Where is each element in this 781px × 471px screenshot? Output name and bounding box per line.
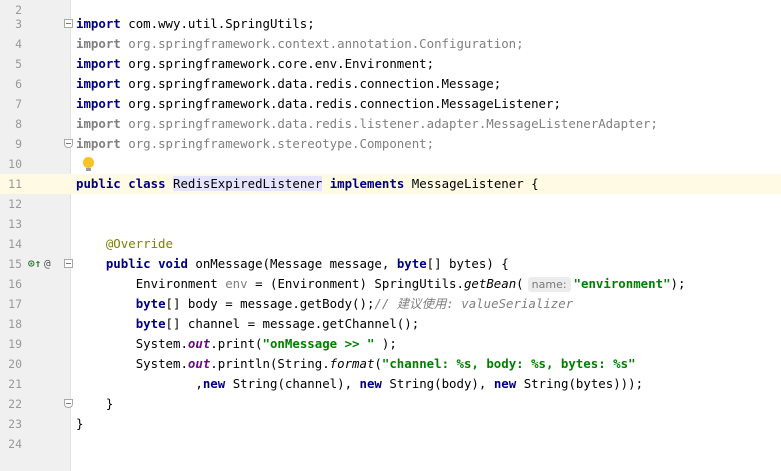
code-line[interactable]: 24 — [0, 434, 781, 454]
line-number: 23 — [8, 417, 22, 431]
code-text: import org.springframework.data.redis.co… — [76, 76, 502, 91]
code-line[interactable]: 9 import org.springframework.stereotype.… — [0, 134, 781, 154]
fold-toggle-icon[interactable] — [64, 19, 73, 28]
line-number: 8 — [15, 117, 22, 131]
line-number: 6 — [15, 77, 22, 91]
code-text: } — [105, 396, 114, 411]
code-text: Environment env = (Environment) SpringUt… — [135, 276, 686, 292]
override-marker-icon[interactable]: @ — [44, 254, 51, 274]
line-number: 18 — [8, 317, 22, 331]
line-number: 16 — [8, 277, 22, 291]
code-line[interactable]: 14 @Override — [0, 234, 781, 254]
code-text: ,new String(channel), new String(body), … — [195, 376, 644, 391]
code-line[interactable]: 19 System.out.print("onMessage >> " ); — [0, 334, 781, 354]
line-number: 21 — [8, 377, 22, 391]
code-text: import org.springframework.core.env.Envi… — [76, 56, 435, 71]
code-line[interactable]: 18 byte[] channel = message.getChannel()… — [0, 314, 781, 334]
code-editor[interactable]: 2 3 import com.wwy.util.SpringUtils; 4 i… — [0, 0, 781, 471]
code-line[interactable]: 15 ⊙↑ @ public void onMessage(Message me… — [0, 254, 781, 274]
code-text: @Override — [105, 236, 173, 251]
code-line[interactable]: 16 Environment env = (Environment) Sprin… — [0, 274, 781, 294]
implements-method-icon[interactable]: ⊙↑ — [28, 254, 41, 274]
code-line[interactable]: 5 import org.springframework.core.env.En… — [0, 54, 781, 74]
code-line[interactable]: 7 import org.springframework.data.redis.… — [0, 94, 781, 114]
code-line-current[interactable]: 11 public class RedisExpiredListener imp… — [0, 174, 781, 194]
code-text: import org.springframework.data.redis.co… — [76, 96, 561, 111]
code-text: byte[] channel = message.getChannel(); — [135, 316, 420, 331]
code-line[interactable]: 21 ,new String(channel), new String(body… — [0, 374, 781, 394]
line-number: 12 — [8, 197, 22, 211]
line-number: 13 — [8, 217, 22, 231]
code-text: import org.springframework.stereotype.Co… — [76, 136, 435, 151]
code-text: import org.springframework.context.annot… — [76, 36, 524, 51]
code-text: System.out.print("onMessage >> " ); — [135, 336, 397, 351]
line-number: 4 — [15, 37, 22, 51]
code-text: import com.wwy.util.SpringUtils; — [76, 16, 315, 31]
line-number: 14 — [8, 237, 22, 251]
line-number: 10 — [8, 157, 22, 171]
code-text: public void onMessage(Message message, b… — [105, 256, 509, 271]
code-text: byte[] body = message.getBody();// 建议使用:… — [135, 296, 574, 311]
code-line[interactable]: 3 import com.wwy.util.SpringUtils; — [0, 14, 781, 34]
fold-toggle-icon[interactable] — [64, 259, 73, 268]
code-line[interactable]: 17 byte[] body = message.getBody();// 建议… — [0, 294, 781, 314]
code-line[interactable]: 20 System.out.println(String.format("cha… — [0, 354, 781, 374]
code-text: import org.springframework.data.redis.li… — [76, 116, 658, 131]
line-number: 15 — [8, 257, 22, 271]
line-number: 5 — [15, 57, 22, 71]
line-number: 19 — [8, 337, 22, 351]
code-line[interactable]: 6 import org.springframework.data.redis.… — [0, 74, 781, 94]
code-line[interactable]: 4 import org.springframework.context.ann… — [0, 34, 781, 54]
line-number: 11 — [0, 174, 22, 194]
code-text: System.out.println(String.format("channe… — [135, 356, 636, 371]
line-number: 7 — [15, 97, 22, 111]
code-line[interactable]: 12 — [0, 194, 781, 214]
fold-end-icon[interactable] — [64, 399, 73, 408]
code-line[interactable]: 8 import org.springframework.data.redis.… — [0, 114, 781, 134]
code-line[interactable]: 13 — [0, 214, 781, 234]
line-number: 22 — [8, 397, 22, 411]
line-number: 9 — [15, 137, 22, 151]
fold-end-icon[interactable] — [64, 139, 73, 148]
lightbulb-icon[interactable] — [83, 157, 94, 171]
line-number: 24 — [8, 437, 22, 451]
line-number: 17 — [8, 297, 22, 311]
code-text: public class RedisExpiredListener implem… — [76, 176, 539, 191]
parameter-hint: name: — [527, 277, 571, 292]
code-line[interactable]: 23 } — [0, 414, 781, 434]
code-text: } — [76, 416, 84, 431]
line-number: 3 — [15, 17, 22, 31]
code-line[interactable]: 22 } — [0, 394, 781, 414]
line-number: 20 — [8, 357, 22, 371]
code-line[interactable]: 10 — [0, 154, 781, 174]
